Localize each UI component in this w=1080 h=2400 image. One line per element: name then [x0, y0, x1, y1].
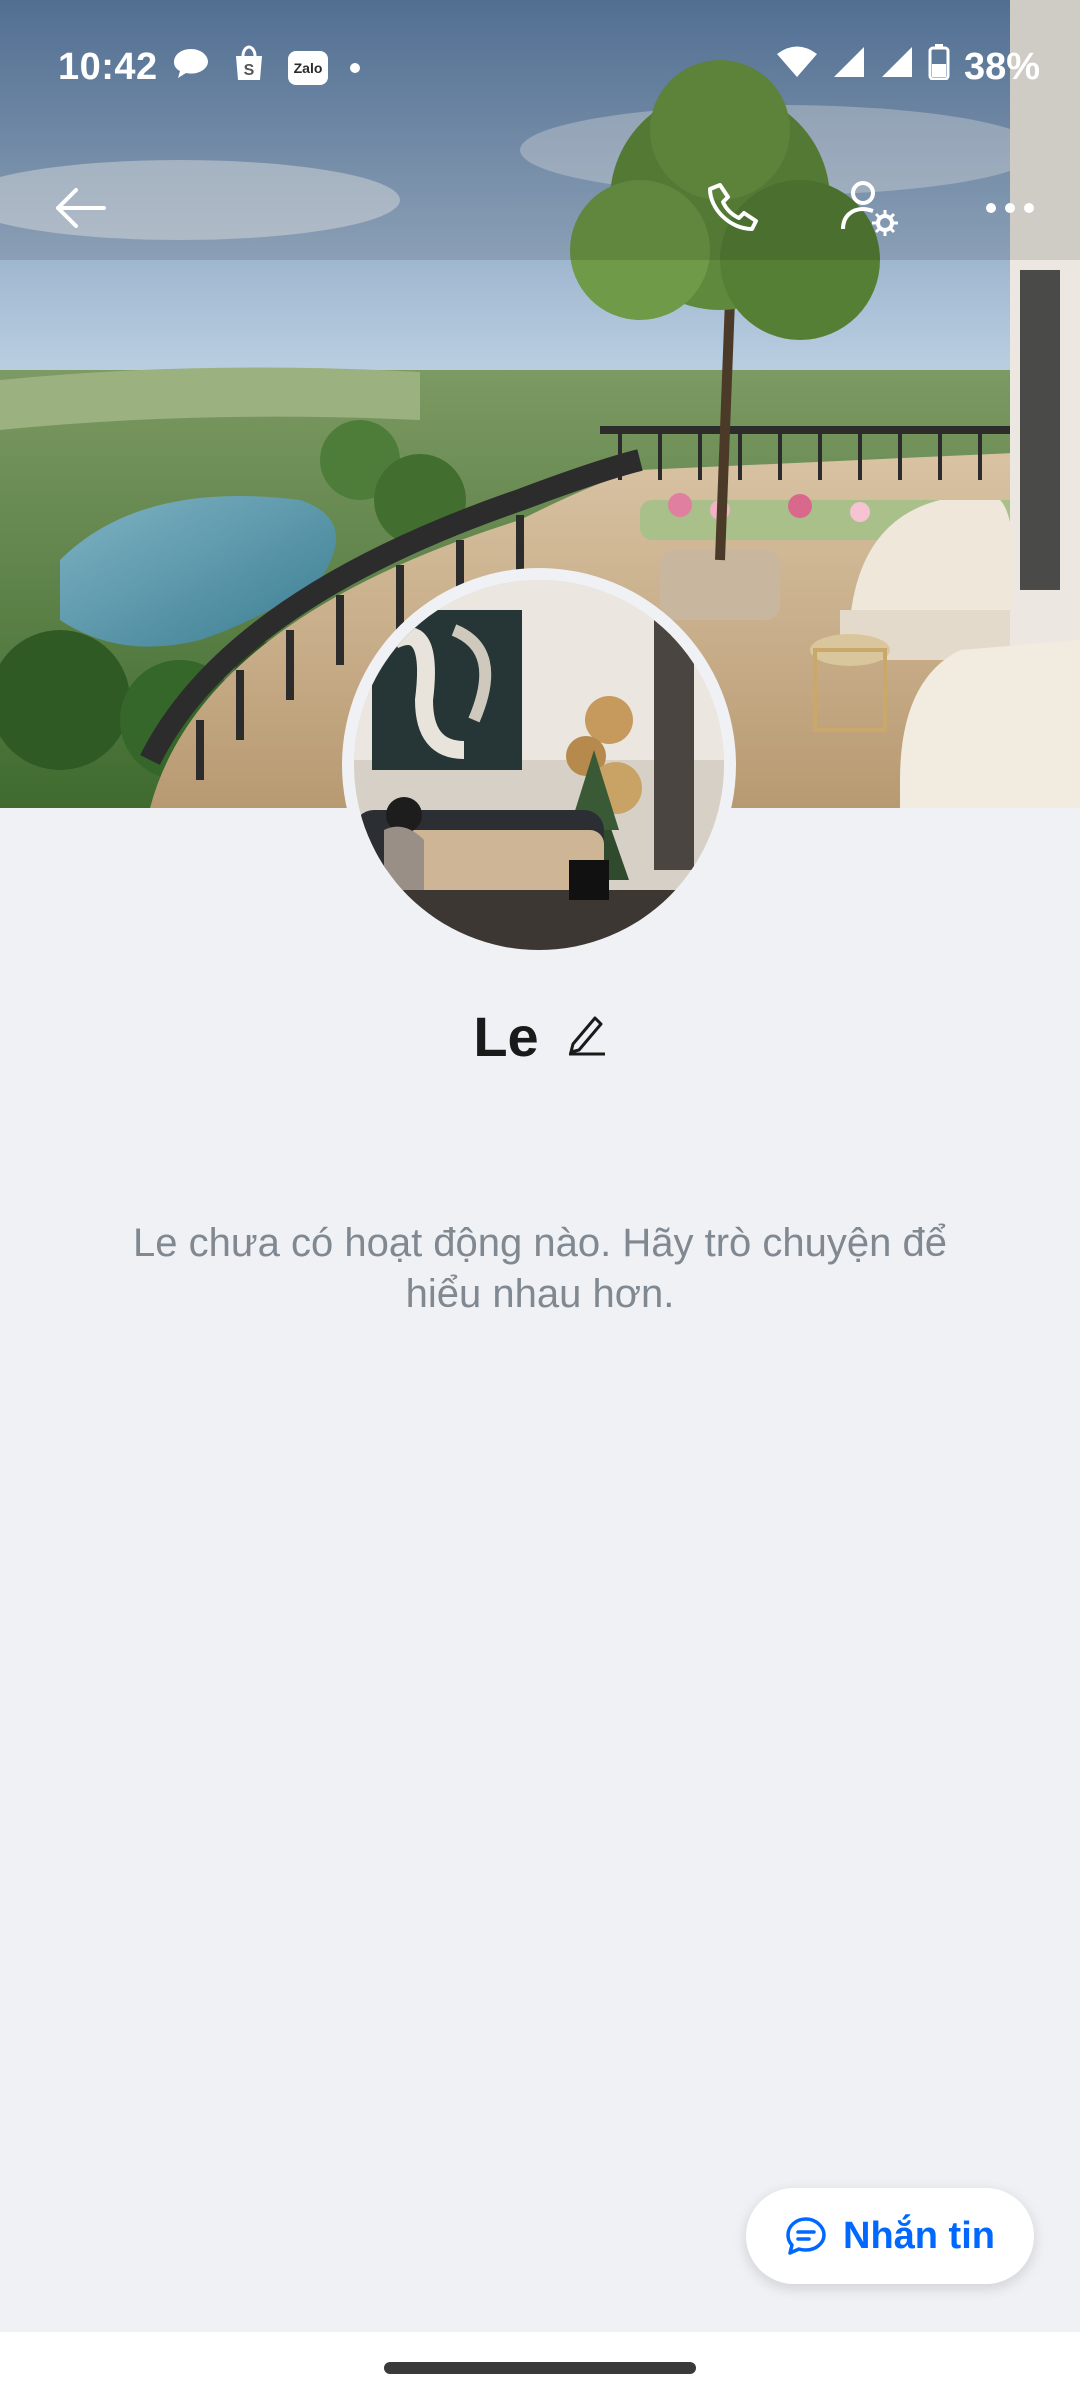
system-icons: 38%: [776, 44, 1040, 90]
chat-bubble-icon: [172, 46, 210, 90]
more-icon: [986, 203, 1034, 213]
system-nav-bar: [0, 2332, 1080, 2400]
phone-icon: [708, 183, 758, 231]
user-settings-icon: [841, 181, 898, 236]
profile-name: Le: [473, 1005, 539, 1068]
home-indicator[interactable]: [384, 2362, 696, 2374]
more-button[interactable]: [970, 168, 1050, 248]
shopee-bag-icon: S: [232, 44, 266, 92]
pencil-icon: [568, 1016, 605, 1056]
wifi-icon: [776, 45, 818, 89]
send-message-button[interactable]: Nhắn tin: [746, 2188, 1034, 2284]
svg-text:S: S: [244, 62, 255, 79]
back-button[interactable]: [40, 168, 120, 248]
zalo-icon: Zalo: [288, 51, 328, 85]
battery-icon: [928, 44, 950, 90]
empty-activity-message: Le chưa có hoạt động nào. Hãy trò chuyện…: [132, 1221, 947, 1316]
avatar[interactable]: [354, 580, 724, 950]
signal-icon: [880, 45, 914, 89]
call-button[interactable]: [695, 168, 775, 248]
notification-dot-icon: [350, 63, 360, 73]
chat-icon: [786, 2217, 826, 2255]
user-settings-button[interactable]: [830, 168, 910, 248]
battery-percent: 38%: [963, 45, 1040, 88]
edit-name-button[interactable]: [567, 1012, 607, 1061]
status-time: 10:42: [58, 46, 158, 88]
profile-top-bar: [0, 150, 1080, 260]
avatar-ring: [342, 568, 736, 962]
back-arrow-icon: [56, 188, 106, 228]
send-message-label: Nhắn tin: [843, 2214, 995, 2257]
notification-icons: S Zalo: [172, 44, 360, 92]
profile-name-row: Le: [0, 1004, 1080, 1069]
signal-icon: [832, 45, 866, 89]
status-bar: 10:42 S Zalo 38%: [0, 0, 1080, 140]
